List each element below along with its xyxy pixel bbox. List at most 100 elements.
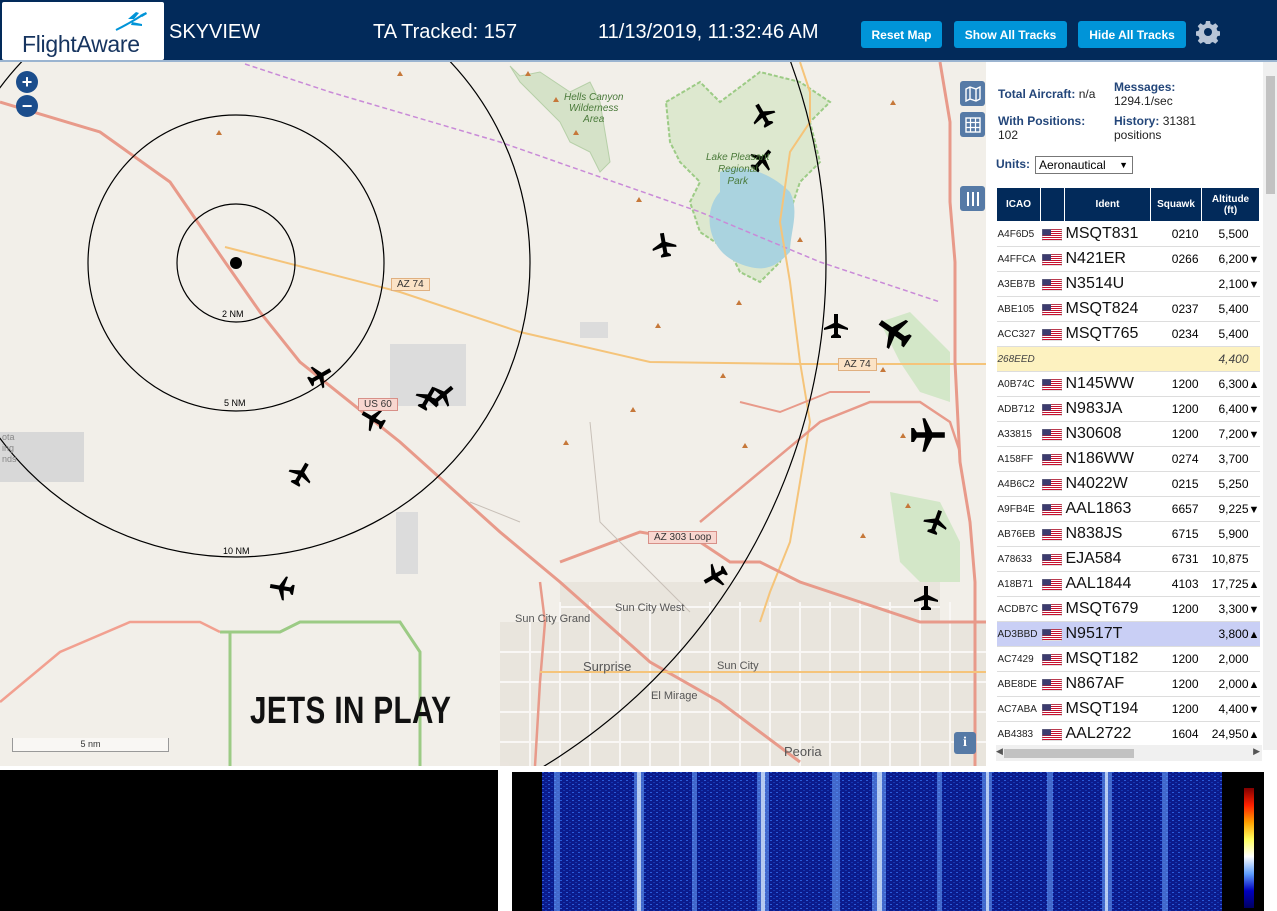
us-flag-icon	[1041, 553, 1062, 566]
altitude-value: 4,400	[1218, 702, 1249, 716]
flightaware-logo[interactable]: FlightAware	[2, 2, 164, 60]
zoom-out-button[interactable]: −	[16, 95, 38, 117]
with-positions-label: With Positions:	[998, 114, 1086, 128]
cell-ident: N838JS	[1064, 521, 1151, 547]
aircraft-panel: Total Aircraft: n/a Messages: 1294.1/sec…	[986, 62, 1277, 766]
table-row[interactable]: AB76EB N838JS 6715 5,900	[996, 521, 1260, 547]
altitude-trend-icon: ▲	[1248, 379, 1260, 391]
history: History: 31381 positions	[1114, 114, 1196, 142]
ring-label-5nm: 5 NM	[224, 398, 246, 408]
table-row[interactable]: A0B74C N145WW 1200 6,300▲	[996, 371, 1260, 397]
label-sun-city-grand: Sun City Grand	[515, 613, 591, 625]
cell-ident: AAL2722	[1064, 721, 1151, 747]
col-flag[interactable]	[1040, 187, 1065, 222]
map-layers-button[interactable]	[960, 81, 985, 106]
col-ident[interactable]: Ident	[1064, 187, 1151, 222]
table-row[interactable]: ACDB7C MSQT679 1200 3,300▼	[996, 596, 1260, 622]
map-view[interactable]: 2 NM 5 NM 10 NM Hells Canyon Wilderness Ar…	[0, 62, 986, 766]
green-area-southeast	[890, 492, 960, 582]
us-flag-icon	[1041, 478, 1062, 491]
table-row[interactable]: AC7ABA MSQT194 1200 4,400▼	[996, 696, 1260, 722]
table-row[interactable]: A33815 N30608 1200 7,200▼	[996, 421, 1260, 447]
zoom-in-button[interactable]: +	[16, 71, 38, 93]
table-row[interactable]: AB4383 AAL2722 1604 24,950▲	[996, 721, 1260, 747]
cell-ident: MSQT831	[1064, 221, 1151, 247]
scroll-thumb[interactable]	[1004, 749, 1134, 758]
ring-label-10nm: 10 NM	[223, 546, 250, 556]
us-flag-icon	[1041, 453, 1062, 466]
table-row[interactable]: A3EB7B N3514U 2,100▼	[996, 271, 1260, 297]
units-label: Units:	[996, 157, 1030, 171]
hide-all-tracks-button[interactable]: Hide All Tracks	[1078, 21, 1186, 48]
col-altitude[interactable]: Altitude (ft)	[1201, 187, 1260, 222]
table-row[interactable]: 268EED 4,400	[996, 346, 1260, 372]
table-row[interactable]: AC7429 MSQT182 1200 2,000	[996, 646, 1260, 672]
table-row[interactable]: A4F6D5 MSQT831 0210 5,500	[996, 221, 1260, 247]
table-row[interactable]: A78633 EJA584 6731 10,875	[996, 546, 1260, 572]
scroll-thumb[interactable]	[1266, 76, 1275, 194]
waterfall-spectrogram	[542, 772, 1222, 911]
label-sun-city-west: Sun City West	[615, 602, 685, 614]
altitude-value: 6,200	[1218, 252, 1249, 266]
top-bar: FlightAware SKYVIEW TA Tracked: 157 11/1…	[0, 0, 1277, 62]
cell-icao: A0B74C	[996, 371, 1041, 397]
cell-icao: A33815	[996, 421, 1041, 447]
map-icon	[964, 85, 981, 102]
cell-ident: MSQT765	[1064, 321, 1151, 347]
table-row[interactable]: A18B71 AAL1844 4103 17,725▲	[996, 571, 1260, 597]
units-select[interactable]: Aeronautical ▼	[1035, 156, 1133, 174]
col-icao[interactable]: ICAO	[996, 187, 1041, 222]
gear-icon[interactable]	[1196, 20, 1220, 44]
grid-button[interactable]	[960, 112, 985, 137]
cell-ident: N4022W	[1064, 471, 1151, 497]
cell-icao: A158FF	[996, 446, 1041, 472]
reset-map-button[interactable]: Reset Map	[861, 21, 942, 48]
cell-squawk: 6715	[1150, 521, 1202, 547]
cell-squawk: 4103	[1150, 571, 1202, 597]
cell-icao: ADB712	[996, 396, 1041, 422]
altitude-value: 4,400	[1218, 352, 1249, 366]
panel-vertical-scrollbar[interactable]	[1263, 62, 1277, 750]
cell-ident	[1064, 346, 1151, 372]
cell-squawk: 1200	[1150, 371, 1202, 397]
cell-altitude: 24,950▲	[1201, 721, 1260, 747]
table-row[interactable]: ACC327 MSQT765 0234 5,400	[996, 321, 1260, 347]
table-row[interactable]: A158FF N186WW 0274 3,700	[996, 446, 1260, 472]
cell-flag	[1040, 321, 1065, 347]
scroll-left-icon[interactable]: ◀	[996, 746, 1003, 757]
cell-icao: AC7429	[996, 646, 1041, 672]
scroll-right-icon[interactable]: ▶	[1253, 746, 1260, 757]
label-sun-city: Sun City	[717, 660, 759, 672]
cell-flag	[1040, 496, 1065, 522]
label-az74: AZ 74	[391, 278, 430, 291]
cell-flag	[1040, 221, 1065, 247]
col-squawk[interactable]: Squawk	[1150, 187, 1202, 222]
show-all-tracks-button[interactable]: Show All Tracks	[954, 21, 1067, 48]
panel-horizontal-scrollbar[interactable]: ◀ ▶	[996, 745, 1262, 761]
table-row[interactable]: AD3BBD N9517T 3,800▲	[996, 621, 1260, 647]
cell-icao: ABE8DE	[996, 671, 1041, 697]
urban-grid	[500, 582, 986, 766]
us-flag-icon	[1041, 728, 1062, 741]
cell-ident: N186WW	[1064, 446, 1151, 472]
altitude-value: 2,000	[1218, 677, 1249, 691]
table-row[interactable]: A9FB4E AAL1863 6657 9,225▼	[996, 496, 1260, 522]
cell-ident: N983JA	[1064, 396, 1151, 422]
cell-icao: A18B71	[996, 571, 1041, 597]
table-row[interactable]: ADB712 N983JA 1200 6,400▼	[996, 396, 1260, 422]
table-row[interactable]: A4FFCA N421ER 0266 6,200▼	[996, 246, 1260, 272]
us-flag-icon	[1041, 303, 1062, 316]
cell-ident: MSQT824	[1064, 296, 1151, 322]
cell-flag	[1040, 621, 1065, 647]
skyview-app: FlightAware SKYVIEW TA Tracked: 157 11/1…	[0, 0, 1277, 911]
columns-button[interactable]	[960, 186, 985, 211]
table-row[interactable]: ABE105 MSQT824 0237 5,400	[996, 296, 1260, 322]
units-selected: Aeronautical	[1039, 158, 1106, 172]
cell-icao: A78633	[996, 546, 1041, 572]
cell-icao: AC7ABA	[996, 696, 1041, 722]
cell-squawk	[1150, 271, 1202, 297]
table-row[interactable]: ABE8DE N867AF 1200 2,000▲	[996, 671, 1260, 697]
table-row[interactable]: A4B6C2 N4022W 0215 5,250	[996, 471, 1260, 497]
info-button[interactable]: i	[954, 732, 976, 754]
label-hells-canyon: Hells Canyon Wilderness Area	[564, 92, 624, 125]
